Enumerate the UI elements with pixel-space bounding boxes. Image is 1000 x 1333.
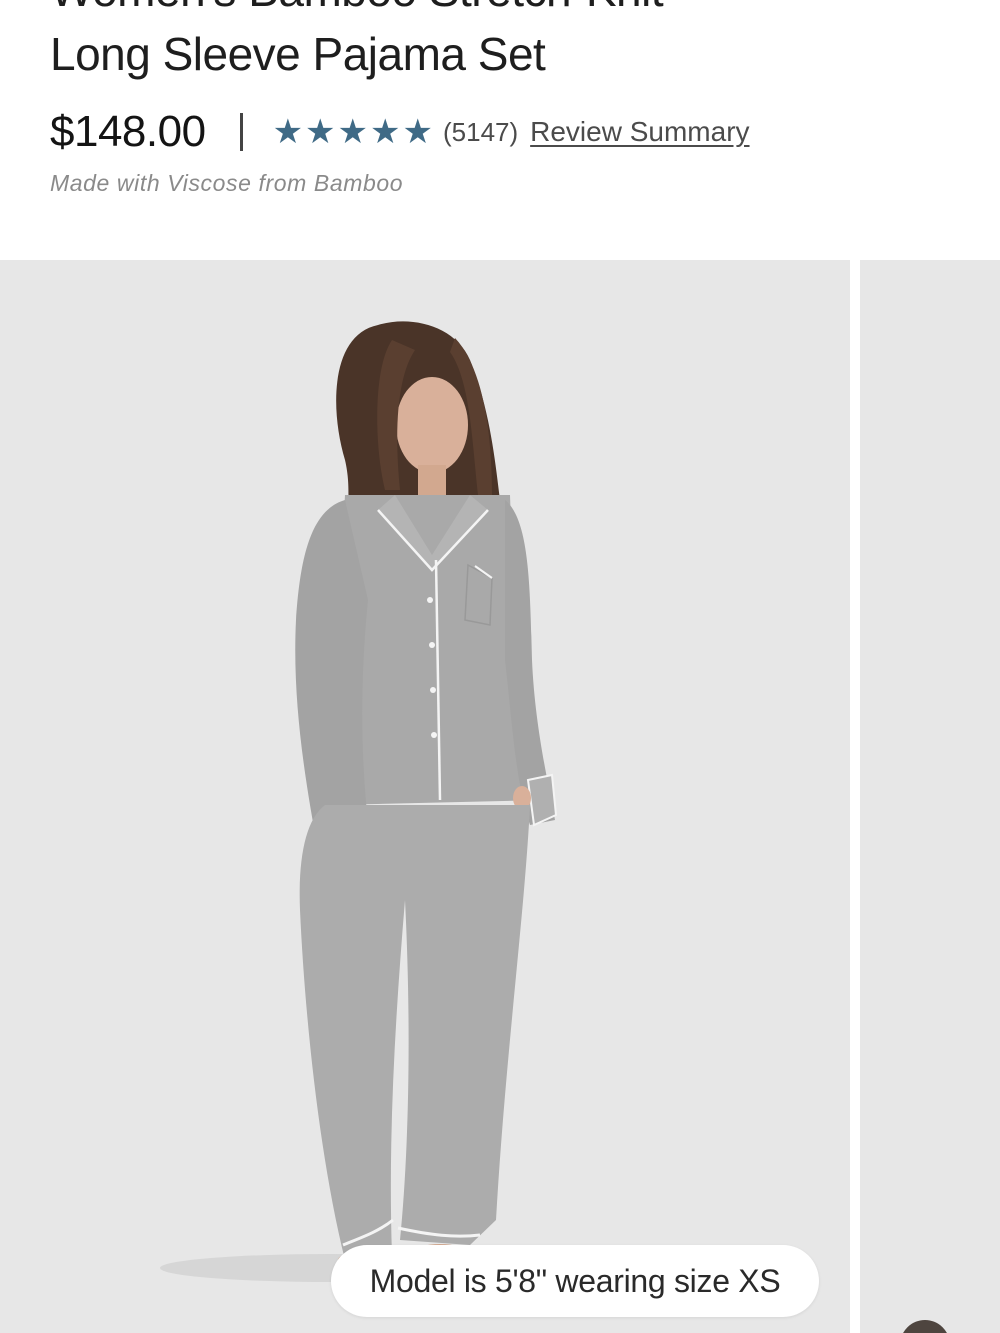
star-icon: ★ bbox=[272, 113, 304, 151]
material-note: Made with Viscose from Bamboo bbox=[50, 170, 404, 196]
model-size-caption: Model is 5'8" wearing size XS bbox=[331, 1245, 819, 1317]
star-rating[interactable]: ★ ★ ★ ★ ★ bbox=[273, 115, 435, 149]
review-summary-link[interactable]: Review Summary bbox=[530, 116, 749, 148]
star-icon: ★ bbox=[305, 113, 336, 151]
product-title: Women's Bamboo Stretch-Knit Long Sleeve … bbox=[50, 0, 950, 86]
model-photo bbox=[160, 321, 558, 1282]
product-image-main[interactable]: Model is 5'8" wearing size XS bbox=[0, 260, 850, 1333]
price-rating-row: $148.00 ★ ★ ★ ★ ★ (5147) Review Summary bbox=[50, 104, 750, 160]
product-image-gallery[interactable]: Model is 5'8" wearing size XS bbox=[0, 260, 1000, 1333]
product-title-line-1: Women's Bamboo Stretch-Knit bbox=[50, 0, 950, 22]
product-image-next[interactable] bbox=[860, 260, 1000, 1333]
star-icon: ★ bbox=[370, 113, 401, 151]
divider bbox=[239, 113, 243, 151]
star-icon: ★ bbox=[337, 113, 369, 151]
product-price: $148.00 bbox=[50, 107, 206, 156]
review-count[interactable]: (5147) bbox=[443, 117, 518, 148]
product-title-line-2: Long Sleeve Pajama Set bbox=[50, 28, 546, 80]
star-icon: ★ bbox=[402, 113, 433, 151]
